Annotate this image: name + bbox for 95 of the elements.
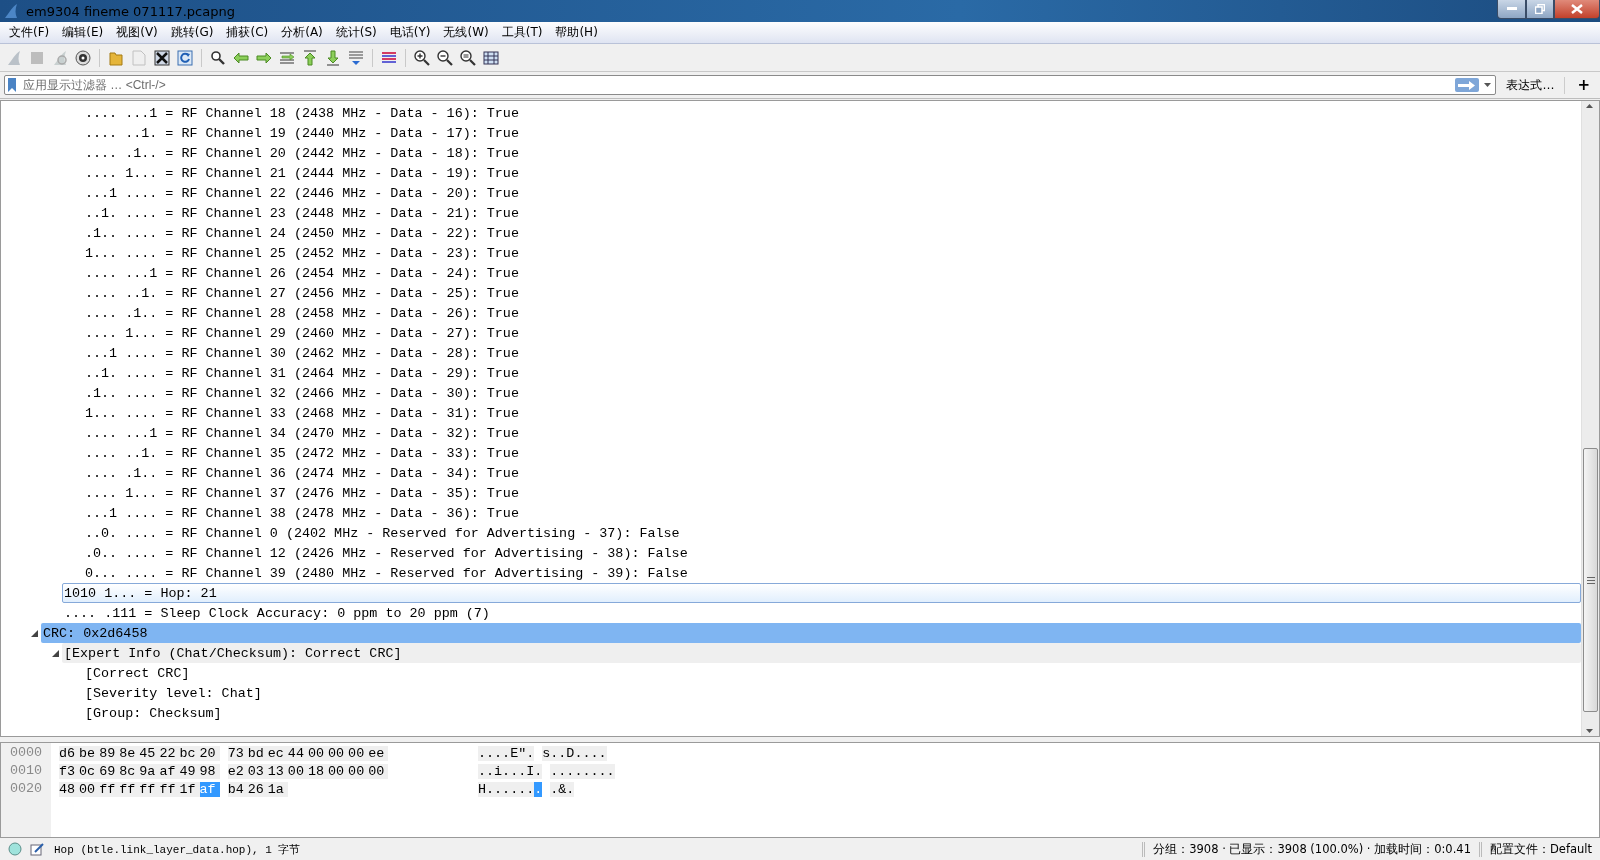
tree-item[interactable]: CRC: 0x2d6458 <box>41 623 1581 643</box>
expression-button[interactable]: 表达式… <box>1502 76 1566 94</box>
hex-byte[interactable]: 49 <box>179 763 200 779</box>
expander-icon[interactable] <box>51 649 59 657</box>
ascii-text[interactable]: H...... <box>478 781 535 797</box>
menu-item[interactable]: 捕获(C) <box>221 24 277 41</box>
hex-byte[interactable]: 00 <box>348 763 369 779</box>
ascii-text[interactable]: s..D.... <box>542 745 607 761</box>
menu-item[interactable]: 跳转(G) <box>165 24 222 41</box>
byte-offset: 0020 <box>9 780 44 798</box>
menu-item[interactable]: 编辑(E) <box>57 24 112 41</box>
hex-byte[interactable]: ff <box>139 781 160 797</box>
hex-byte[interactable]: 26 <box>247 781 268 797</box>
hex-byte[interactable]: 00 <box>328 745 349 761</box>
hex-byte[interactable]: 48 <box>59 781 80 797</box>
hex-byte[interactable]: 22 <box>159 745 180 761</box>
hex-byte[interactable]: 03 <box>247 763 268 779</box>
profile-label[interactable]: 配置文件：Default <box>1478 841 1600 857</box>
hex-byte[interactable]: ff <box>119 781 140 797</box>
tree-item[interactable]: [Expert Info (Chat/Checksum): Correct CRC] <box>62 643 1581 663</box>
hex-byte[interactable]: 89 <box>99 745 120 761</box>
expander-icon[interactable] <box>30 629 38 637</box>
hex-byte[interactable]: 45 <box>139 745 160 761</box>
minimize-icon <box>1506 7 1517 11</box>
menu-item[interactable]: 无线(W) <box>438 24 497 41</box>
bookmark-icon <box>7 78 17 92</box>
hex-byte[interactable]: af <box>159 763 180 779</box>
hex-byte[interactable]: 0c <box>79 763 100 779</box>
grip-icon <box>1586 576 1595 584</box>
hex-byte[interactable]: 00 <box>328 763 349 779</box>
hex-byte[interactable]: 00 <box>79 781 100 797</box>
zoom-out-icon[interactable] <box>435 47 455 68</box>
menu-item[interactable]: 文件(F) <box>4 24 58 41</box>
shark-fin-icon <box>4 3 18 19</box>
hex-byte[interactable]: b4 <box>227 781 248 797</box>
hex-byte[interactable]: bc <box>179 745 200 761</box>
hex-byte[interactable]: ec <box>267 745 288 761</box>
menu-item[interactable]: 帮助(H) <box>550 24 606 41</box>
menu-item[interactable]: 分析(A) <box>276 24 331 41</box>
filter-field[interactable]: 应用显示过滤器 … <Ctrl-/> <box>4 75 1497 95</box>
scrollbar[interactable] <box>1581 101 1599 736</box>
window-title: em9304 fineme 071117.pcapng <box>25 3 236 19</box>
menu-item[interactable]: 工具(T) <box>496 24 551 41</box>
byte-offset: 0010 <box>9 762 44 780</box>
hex-byte[interactable]: ff <box>159 781 180 797</box>
ascii-text[interactable]: ..i...I. <box>478 763 543 779</box>
menu-item[interactable]: 电话(Y) <box>384 24 439 41</box>
gear-icon[interactable] <box>73 47 93 68</box>
hex-byte[interactable]: e2 <box>227 763 248 779</box>
status-stats: 分组：3908 · 已显示：3908 (100.0%) · 加载时间：0:0.41 <box>1142 841 1479 857</box>
hex-byte[interactable]: ee <box>368 745 389 761</box>
reload-icon[interactable] <box>175 47 195 68</box>
hex-byte[interactable]: 1a <box>267 781 288 797</box>
hex-byte[interactable]: 8c <box>119 763 140 779</box>
zoom-reset-icon[interactable] <box>458 47 478 68</box>
ascii-text[interactable]: ........ <box>550 763 615 779</box>
close-icon <box>1571 4 1583 14</box>
hex-byte[interactable]: bd <box>247 745 268 761</box>
byte-offset: 0000 <box>9 744 44 762</box>
hex-byte[interactable]: 00 <box>368 763 389 779</box>
hex-byte[interactable]: 8e <box>119 745 140 761</box>
hex-byte[interactable]: d6 <box>59 745 80 761</box>
expert-info-icon[interactable] <box>8 842 22 856</box>
minimize-button[interactable] <box>1497 0 1526 19</box>
caret-icon <box>1483 83 1491 87</box>
hex-byte[interactable]: ff <box>99 781 120 797</box>
ascii-text[interactable]: .&. <box>550 781 575 797</box>
hex-byte[interactable]: be <box>79 745 100 761</box>
tree-item[interactable]: 1010 1... = Hop: 21 <box>62 583 1581 603</box>
zoom-in-icon[interactable] <box>412 47 432 68</box>
restore-button[interactable] <box>1526 0 1554 19</box>
restore-icon <box>1535 4 1545 14</box>
hex-byte[interactable]: 98 <box>199 763 220 779</box>
hex-byte[interactable]: 00 <box>348 745 369 761</box>
filter-input[interactable]: 应用显示过滤器 … <Ctrl-/> <box>19 77 1456 93</box>
hex-byte[interactable]: 00 <box>287 763 308 779</box>
hex-byte[interactable]: 73 <box>227 745 248 761</box>
menu-item[interactable]: 视图(V) <box>111 24 166 41</box>
hex-byte[interactable]: 20 <box>199 745 220 761</box>
ascii-text[interactable]: ....E". <box>478 745 535 761</box>
hex-byte[interactable]: f3 <box>59 763 80 779</box>
menu-item[interactable]: 统计(S) <box>330 24 385 41</box>
hex-byte[interactable]: 69 <box>99 763 120 779</box>
hex-byte[interactable]: 9a <box>139 763 160 779</box>
hex-byte[interactable]: 1f <box>179 781 200 797</box>
close-file-icon[interactable] <box>152 47 172 68</box>
hex-byte[interactable]: 44 <box>287 745 308 761</box>
close-button[interactable] <box>1554 0 1600 19</box>
add-button[interactable]: + <box>1571 76 1596 94</box>
hex-byte[interactable]: 13 <box>267 763 288 779</box>
hex-byte[interactable]: 00 <box>307 745 328 761</box>
hex-byte[interactable]: 18 <box>307 763 328 779</box>
edit-icon[interactable] <box>30 842 44 856</box>
right-arrow-icon <box>1458 80 1477 90</box>
status-text: Hop (btle.link_layer_data.hop), 1 字节 <box>54 842 301 857</box>
